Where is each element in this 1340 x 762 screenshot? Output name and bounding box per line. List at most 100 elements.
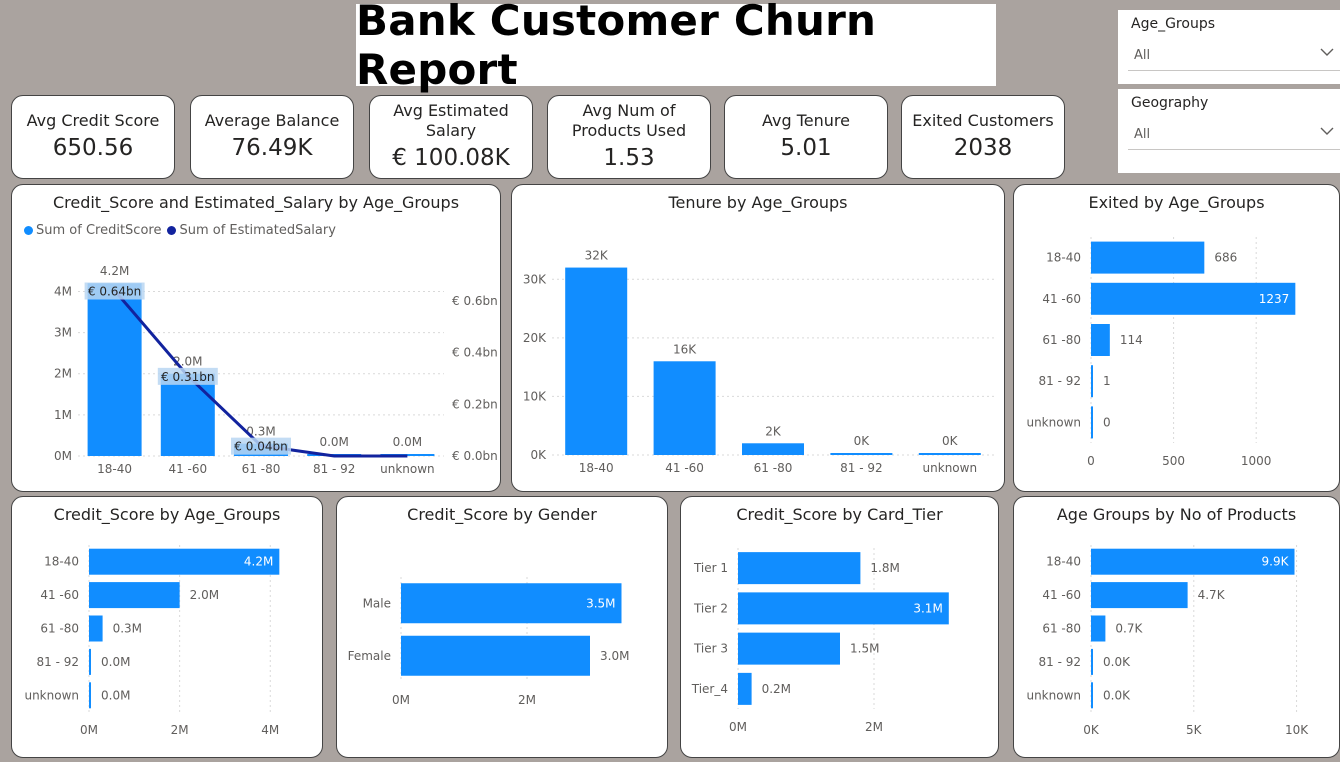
y-tick-label: unknown (1026, 688, 1081, 702)
kpi-avg-tenure[interactable]: Avg Tenure 5.01 (724, 95, 888, 179)
chart-credit-salary-by-age[interactable]: Credit_Score and Estimated_Salary by Age… (11, 184, 501, 492)
y2-tick-label: € 0.4bn (452, 346, 498, 360)
hbar-chart-plot: 0K 5K 10K 18-40 9.9K 41 -60 4.7K 61 -80 0.7K 81 -… (1026, 545, 1309, 737)
data-label: 2.0M (190, 588, 219, 602)
bar (742, 443, 804, 455)
data-label: 1.5M (850, 642, 879, 656)
bar (738, 632, 840, 665)
chart-credit-by-card-tier[interactable]: Credit_Score by Card_Tier 0M 2M Tier 1 1.8M… (680, 496, 999, 758)
geography-dropdown[interactable]: All (1128, 121, 1340, 150)
bar (1091, 615, 1106, 642)
y-tick-label: 18-40 (44, 555, 79, 569)
kpi-avg-num-products[interactable]: Avg Num of Products Used 1.53 (547, 95, 711, 179)
line-data-label: € 0.04bn (234, 440, 287, 454)
bar-chart-plot: 0K 10K 20K 30K 18-40 32K 41 -60 16K 61 -80 2K 81 -… (523, 249, 994, 475)
slicer-age-groups: Age_Groups All (1118, 10, 1340, 84)
x-tick-label: 41 -60 (665, 461, 704, 475)
x-tick-label: 18-40 (97, 462, 132, 476)
y2-tick-label: € 0.0bn (452, 449, 498, 463)
data-label: 0.7K (1115, 622, 1143, 636)
bar (89, 682, 91, 709)
data-label: 114 (1120, 333, 1143, 347)
data-label: 9.9K (1262, 555, 1290, 569)
dropdown-value: All (1134, 127, 1151, 142)
y-tick-label: 61 -80 (1042, 622, 1081, 636)
chart-credit-by-gender[interactable]: Credit_Score by Gender 0M 2M Male 3.5M Femal… (336, 496, 668, 758)
bar (918, 453, 981, 455)
bar (830, 453, 893, 455)
data-label: 686 (1214, 251, 1237, 265)
chart-exited-by-age[interactable]: Exited by Age_Groups 0 500 1000 18-40 686 41 … (1013, 184, 1340, 492)
y-tick-label: Tier_4 (691, 682, 728, 696)
data-label: 1237 (1259, 292, 1290, 306)
data-label: 0.0K (1103, 655, 1131, 669)
y-tick-label: 41 -60 (1042, 292, 1081, 306)
bar (1091, 324, 1110, 356)
y-tick-label: 81 - 92 (1039, 374, 1082, 388)
y-tick-label: unknown (24, 688, 79, 702)
bar (89, 615, 103, 642)
bar (1091, 406, 1093, 439)
y-tick-label: unknown (1026, 415, 1081, 429)
x-tick-label: 41 -60 (168, 462, 207, 476)
kpi-value: 650.56 (52, 135, 134, 161)
kpi-value: 76.49K (231, 135, 313, 161)
kpi-average-balance[interactable]: Average Balance 76.49K (190, 95, 354, 179)
y-tick-label: 41 -60 (1042, 588, 1081, 602)
data-label: 3.1M (913, 601, 942, 615)
y-tick-label: 18-40 (1046, 555, 1081, 569)
y-tick-label: 2M (54, 367, 72, 381)
slicer-title: Geography (1131, 95, 1209, 111)
y-tick-label: 20K (523, 331, 547, 345)
kpi-avg-credit-score[interactable]: Avg Credit Score 650.56 (11, 95, 175, 179)
kpi-label: Average Balance (204, 111, 340, 130)
kpi-label: Exited Customers (912, 111, 1054, 130)
chevron-down-icon (1320, 127, 1334, 135)
kpi-exited-customers[interactable]: Exited Customers 2038 (901, 95, 1065, 179)
dropdown-value: All (1134, 48, 1151, 63)
kpi-value: 2038 (953, 135, 1013, 161)
y-tick-label: 0K (530, 448, 547, 462)
bar (1091, 582, 1188, 609)
x-tick-label: 2M (171, 723, 189, 737)
x-tick-label: 2M (865, 720, 883, 734)
slicer-geography: Geography All (1118, 89, 1340, 173)
chart-age-by-products[interactable]: Age Groups by No of Products 0K 5K 10K 18-4… (1013, 496, 1340, 758)
x-tick-label: 4M (261, 723, 279, 737)
report-title-box: Bank Customer Churn Report (356, 0, 996, 94)
data-label: 4.7K (1198, 588, 1226, 602)
combo-chart-plot: 0M1M2M3M4M18-404.2M41 -602.0M61 -800.3M8… (54, 264, 498, 476)
data-label: 1.8M (870, 561, 899, 575)
x-tick-label: 10K (1285, 723, 1309, 737)
x-tick-label: 0M (729, 720, 747, 734)
data-label: 2K (765, 424, 782, 438)
y-tick-label: 81 - 92 (37, 655, 80, 669)
bar (89, 582, 180, 609)
y-tick-label: 30K (523, 272, 547, 286)
chevron-down-icon (1320, 48, 1334, 56)
x-tick-label: 0 (1087, 454, 1095, 468)
age-groups-dropdown[interactable]: All (1128, 42, 1340, 71)
data-label: 4.2M (100, 264, 129, 278)
hbar-chart-plot: 0 500 1000 18-40 686 41 -60 1237 61 -80 114 81 - … (1026, 237, 1296, 468)
y-tick-label: 1M (54, 408, 72, 422)
bar (738, 552, 861, 585)
y-tick-label: 10K (523, 389, 547, 403)
x-tick-label: unknown (380, 462, 435, 476)
x-tick-label: 18-40 (579, 461, 614, 475)
y-tick-label: 4M (54, 284, 72, 298)
bar (160, 373, 215, 456)
kpi-avg-estimated-salary[interactable]: Avg Estimated Salary € 100.08K (369, 95, 533, 179)
data-label: 0.0M (101, 655, 130, 669)
data-label: 0 (1103, 415, 1111, 429)
bar (1091, 682, 1093, 709)
bar (1091, 241, 1205, 274)
y-tick-label: Tier 2 (693, 601, 728, 615)
kpi-label: Avg Num of Products Used (571, 101, 687, 140)
y-tick-label: 18-40 (1046, 251, 1081, 265)
data-label: 0.2M (762, 682, 791, 696)
chart-credit-by-age[interactable]: Credit_Score by Age_Groups 0M 2M 4M 18-40 4.… (11, 496, 323, 758)
y-tick-label: 61 -80 (1042, 333, 1081, 347)
data-label: 16K (673, 342, 697, 356)
chart-tenure-by-age[interactable]: Tenure by Age_Groups 0K 10K 20K 30K 18-40 32K… (511, 184, 1005, 492)
